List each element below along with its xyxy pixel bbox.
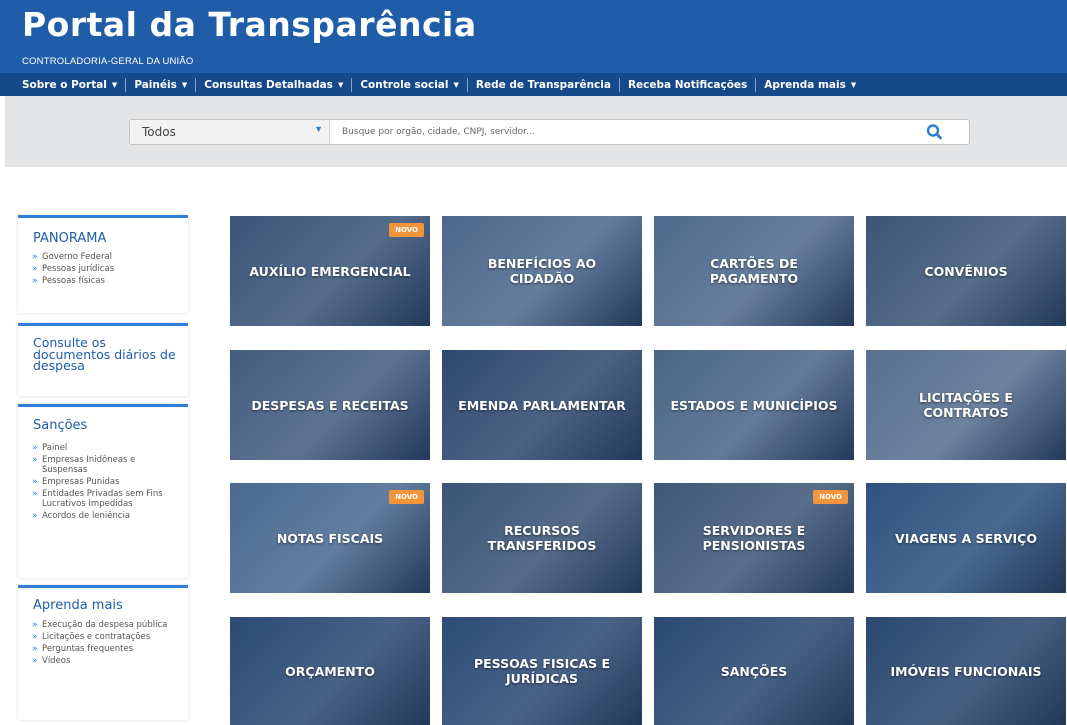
nav-label: Painéis: [134, 78, 177, 91]
new-badge: NOVO: [389, 223, 424, 237]
panorama-list: Governo Federal Pessoas jurídicas Pessoa…: [18, 252, 188, 286]
sancoes-heading: Sanções: [33, 418, 88, 433]
search-band: Todos ▼: [5, 96, 1067, 167]
tile-notas-fiscais[interactable]: NOTAS FISCAIS NOVO: [230, 483, 430, 593]
nav-consultas-detalhadas[interactable]: Consultas Detalhadas ▼: [196, 77, 353, 92]
new-badge: NOVO: [389, 490, 424, 504]
aprenda-link-videos[interactable]: Vídeos: [32, 656, 174, 666]
sancoes-box: Sanções Painel Empresas Inidôneas e Susp…: [18, 404, 188, 578]
tile-label: RECURSOS TRANSFERIDOS: [487, 523, 597, 553]
tile-estados-e-municipios[interactable]: ESTADOS E MUNICÍPIOS: [654, 350, 854, 460]
nav-paineis[interactable]: Painéis ▼: [126, 77, 197, 92]
panorama-link-governo-federal[interactable]: Governo Federal: [32, 252, 174, 262]
consulte-box[interactable]: Consulte os documentos diários de despes…: [18, 323, 188, 396]
caret-down-icon: ▼: [337, 80, 344, 89]
tile-orcamento[interactable]: ORÇAMENTO: [230, 617, 430, 725]
sancoes-list: Painel Empresas Inidôneas e Suspensas Em…: [18, 443, 188, 521]
tile-label: DESPESAS E RECEITAS: [251, 397, 409, 413]
aprenda-link-perguntas-frequentes[interactable]: Perguntas frequentes: [32, 644, 174, 654]
search-icon: [926, 124, 942, 140]
tile-pessoas-fisicas-e-juridicas[interactable]: PESSOAS FISICAS E JURÍDICAS: [442, 617, 642, 725]
sancoes-link-empresas-punidas[interactable]: Empresas Punidas: [32, 477, 174, 487]
tile-viagens-a-servico[interactable]: VIAGENS A SERVIÇO: [866, 483, 1066, 593]
nav-aprenda-mais[interactable]: Aprenda mais ▼: [756, 78, 864, 92]
panorama-box: PANORAMA Governo Federal Pessoas jurídic…: [18, 215, 188, 313]
caret-down-icon: ▼: [181, 80, 188, 89]
sancoes-link-painel[interactable]: Painel: [32, 443, 174, 453]
nav-controle-social[interactable]: Controle social ▼: [352, 77, 468, 92]
nav-label: Controle social: [360, 78, 449, 91]
tile-label: EMENDA PARLAMENTAR: [458, 397, 626, 413]
tile-licitacoes-e-contratos[interactable]: LICITAÇÕES E CONTRATOS: [866, 350, 1066, 460]
tile-cartoes-de-pagamento[interactable]: CARTÕES DE PAGAMENTO: [654, 216, 854, 326]
tile-sancoes[interactable]: SANÇÕES: [654, 617, 854, 725]
tile-label: LICITAÇÕES E CONTRATOS: [919, 390, 1013, 420]
site-header: Portal da Transparência CONTROLADORIA-GE…: [0, 0, 1067, 75]
new-badge: NOVO: [813, 490, 848, 504]
nav-label: Rede de Transparência: [475, 78, 611, 91]
tile-label: CARTÕES DE PAGAMENTO: [709, 256, 799, 286]
sancoes-link-empresas-inidoneas[interactable]: Empresas Inidôneas e Suspensas: [32, 455, 174, 475]
nav-rede-de-transparencia[interactable]: Rede de Transparência: [468, 77, 620, 92]
sancoes-link-entidades-privadas[interactable]: Entidades Privadas sem Fins Lucrativos I…: [32, 489, 174, 509]
tile-imoveis-funcionais[interactable]: IMÓVEIS FUNCIONAIS: [866, 617, 1066, 725]
nav-label: Sobre o Portal: [22, 78, 107, 91]
tile-servidores-e-pensionistas[interactable]: SERVIDORES E PENSIONISTAS NOVO: [654, 483, 854, 593]
tile-label: ESTADOS E MUNICÍPIOS: [670, 397, 838, 413]
tile-beneficios-ao-cidadao[interactable]: BENEFÍCIOS AO CIDADÃO: [442, 216, 642, 326]
caret-down-icon: ▼: [850, 80, 857, 89]
caret-down-icon: ▼: [111, 80, 118, 89]
search-scope-value: Todos: [142, 125, 176, 139]
aprenda-link-licitacoes[interactable]: Licitações e contratações: [32, 632, 174, 642]
tile-label: ORÇAMENTO: [285, 663, 375, 679]
panorama-link-pessoas-juridicas[interactable]: Pessoas jurídicas: [32, 264, 174, 274]
aprenda-box: Aprenda mais Execução da despesa pública…: [18, 585, 188, 720]
tile-label: CONVÊNIOS: [924, 263, 1008, 279]
aprenda-list: Execução da despesa pública Licitações e…: [18, 620, 188, 666]
site-subtitle: CONTROLADORIA-GERAL DA UNIÃO: [22, 56, 194, 67]
sancoes-link-acordos-leniencia[interactable]: Acordos de leniência: [32, 511, 174, 521]
site-title[interactable]: Portal da Transparência: [22, 8, 477, 41]
aprenda-heading: Aprenda mais: [33, 598, 123, 613]
tile-label: PESSOAS FISICAS E JURÍDICAS: [473, 656, 611, 686]
panorama-link-pessoas-fisicas[interactable]: Pessoas físicas: [32, 276, 174, 286]
caret-down-icon: ▼: [314, 124, 323, 134]
tile-despesas-e-receitas[interactable]: DESPESAS E RECEITAS: [230, 350, 430, 460]
tile-emenda-parlamentar[interactable]: EMENDA PARLAMENTAR: [442, 350, 642, 460]
search-button[interactable]: [925, 123, 945, 141]
tile-recursos-transferidos[interactable]: RECURSOS TRANSFERIDOS: [442, 483, 642, 593]
main-nav: Sobre o Portal ▼ Painéis ▼ Consultas Detal…: [0, 73, 1067, 96]
nav-label: Receba Notificações: [627, 78, 748, 91]
search-scope-select[interactable]: Todos ▼: [130, 120, 330, 144]
consulte-heading: Consulte os documentos diários de despes…: [33, 335, 176, 373]
search-input[interactable]: [342, 124, 902, 140]
tile-auxilio-emergencial[interactable]: AUXÍLIO EMERGENCIAL NOVO: [230, 216, 430, 326]
panorama-heading: PANORAMA: [33, 231, 107, 246]
nav-label: Aprenda mais: [764, 78, 846, 91]
tile-label: SANÇÕES: [720, 663, 788, 679]
nav-receba-notificacoes[interactable]: Receba Notificações: [620, 77, 757, 92]
tile-convenios[interactable]: CONVÊNIOS: [866, 216, 1066, 326]
nav-sobre-o-portal[interactable]: Sobre o Portal ▼: [14, 77, 127, 92]
search-bar: Todos ▼: [129, 119, 970, 145]
tile-label: VIAGENS A SERVIÇO: [895, 530, 1037, 546]
aprenda-link-execucao-despesa[interactable]: Execução da despesa pública: [32, 620, 174, 630]
tile-label: IMÓVEIS FUNCIONAIS: [890, 663, 1042, 679]
nav-label: Consultas Detalhadas: [204, 78, 333, 91]
caret-down-icon: ▼: [453, 80, 459, 89]
tile-label: BENEFÍCIOS AO CIDADÃO: [487, 256, 597, 286]
